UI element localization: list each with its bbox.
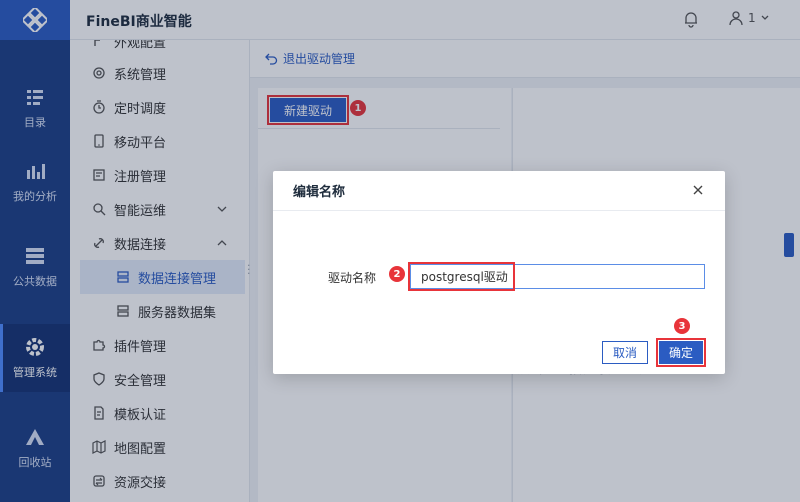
close-icon[interactable] (691, 183, 705, 197)
driver-name-label: 驱动名称 (328, 271, 377, 285)
step-badge-2: 2 (389, 266, 405, 282)
confirm-button[interactable]: 确定 (656, 338, 706, 367)
edit-name-dialog: 编辑名称 驱动名称 2 3 取消 确定 (273, 171, 725, 374)
cancel-button[interactable]: 取消 (602, 341, 648, 364)
step-badge-3: 3 (674, 318, 690, 334)
driver-name-input[interactable] (410, 264, 705, 289)
dialog-title: 编辑名称 (273, 171, 725, 211)
